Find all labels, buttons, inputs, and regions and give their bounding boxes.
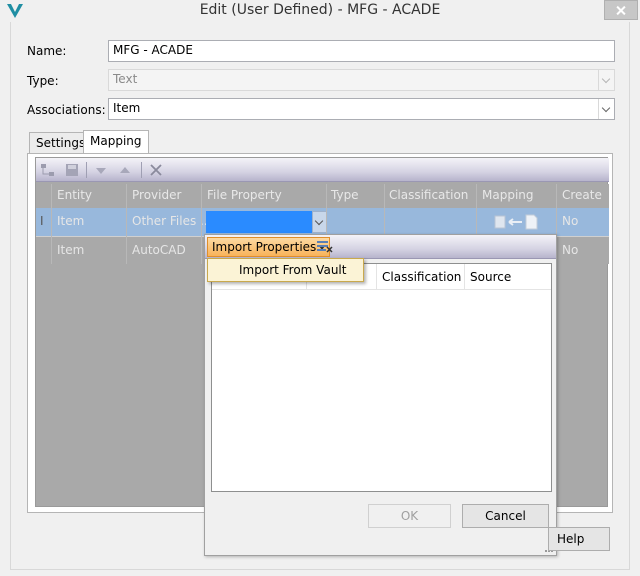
close-icon[interactable] — [604, 0, 638, 20]
grid-toolbar — [36, 158, 609, 182]
toolbar-divider — [86, 162, 87, 178]
clear-list-icon[interactable] — [317, 240, 333, 254]
associations-select-value: Item — [113, 101, 141, 115]
window-title: Edit (User Defined) - MFG - ACADE — [199, 2, 441, 18]
row-marker: I — [40, 214, 44, 228]
column-type[interactable]: Type — [331, 188, 359, 202]
property-picker-popup: Import Properties Classification Source … — [204, 234, 557, 556]
table-row[interactable]: I Item Other Files ... No — [36, 208, 609, 236]
cell-provider[interactable]: Other Files ... — [132, 214, 211, 228]
cell-entity[interactable]: Item — [57, 243, 84, 257]
chevron-down-icon[interactable] — [598, 99, 614, 119]
grid-divider — [201, 184, 202, 264]
type-select: Text — [108, 69, 615, 91]
chevron-down-icon[interactable] — [312, 211, 327, 233]
column-file-property[interactable]: File Property — [207, 188, 282, 202]
column-entity[interactable]: Entity — [57, 188, 92, 202]
tab-mapping[interactable]: Mapping — [83, 130, 149, 154]
property-list: Classification Source — [211, 263, 552, 492]
map-arrow-icon — [494, 214, 538, 230]
arrow-up-icon[interactable] — [117, 162, 133, 178]
cell-entity[interactable]: Item — [57, 214, 84, 228]
header-divider — [464, 264, 465, 290]
chevron-down-icon — [598, 70, 614, 90]
import-properties-button[interactable]: Import Properties — [207, 237, 331, 257]
name-field[interactable]: MFG - ACADE — [108, 40, 615, 62]
title-bar: Edit (User Defined) - MFG - ACADE — [0, 0, 640, 22]
column-classification[interactable]: Classification — [382, 270, 461, 284]
column-provider[interactable]: Provider — [132, 188, 181, 202]
ok-button[interactable]: OK — [368, 504, 451, 528]
associations-select[interactable]: Item — [108, 98, 615, 120]
import-properties-label: Import Properties — [212, 240, 317, 254]
popup-toolbar: Import Properties — [205, 235, 556, 259]
file-property-editor[interactable] — [206, 211, 312, 233]
name-label: Name: — [27, 44, 67, 58]
column-create[interactable]: Create — [562, 188, 602, 202]
arrow-down-icon[interactable] — [93, 162, 109, 178]
grid-header: Entity Provider File Property Type Class… — [36, 184, 609, 208]
delete-icon[interactable] — [148, 162, 164, 178]
save-icon[interactable] — [64, 162, 80, 178]
type-select-value: Text — [113, 72, 138, 86]
cell-provider[interactable]: AutoCAD — [132, 243, 186, 257]
hierarchy-icon[interactable] — [40, 162, 56, 178]
column-classification[interactable]: Classification — [389, 188, 468, 202]
associations-label: Associations: — [27, 103, 106, 117]
cell-create[interactable]: No — [562, 243, 578, 257]
grid-divider — [126, 184, 127, 264]
grid-divider — [51, 184, 52, 264]
column-mapping[interactable]: Mapping — [482, 188, 534, 202]
cancel-button[interactable]: Cancel — [462, 504, 549, 528]
help-button[interactable]: Help — [548, 527, 610, 551]
type-label: Type: — [27, 74, 59, 88]
toolbar-divider — [141, 162, 142, 178]
column-source[interactable]: Source — [470, 270, 511, 284]
import-from-vault-menu-item[interactable]: Import From Vault — [207, 258, 364, 282]
cell-create[interactable]: No — [562, 214, 578, 228]
header-divider — [376, 264, 377, 290]
